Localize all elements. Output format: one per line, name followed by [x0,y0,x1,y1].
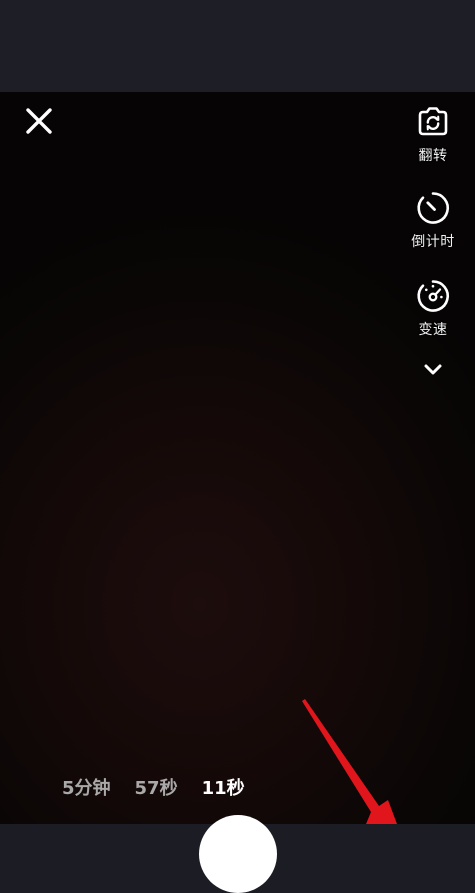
chevron-down-icon [424,364,442,375]
speed-label: 变速 [418,322,448,338]
status-bar-area [0,0,475,92]
tab-5-minutes[interactable]: 5分钟 [50,774,123,800]
close-icon [26,108,52,134]
timer-label: 倒计时 [411,234,455,250]
flip-label: 翻转 [418,148,448,164]
close-button[interactable] [22,104,56,138]
more-tools-button[interactable] [421,361,445,379]
camera-flip-icon [418,107,448,136]
record-button[interactable] [199,815,277,893]
speed-button[interactable]: 变速 [401,278,465,339]
speed-icon [417,280,449,312]
timer-button[interactable]: 倒计时 [401,190,465,251]
flip-camera-button[interactable]: 翻转 [401,104,465,165]
tab-57-seconds[interactable]: 57秒 [123,774,190,800]
duration-tabs: 5分钟 57秒 11秒 [50,774,257,800]
timer-icon [417,192,449,224]
tab-11-seconds[interactable]: 11秒 [190,774,257,800]
